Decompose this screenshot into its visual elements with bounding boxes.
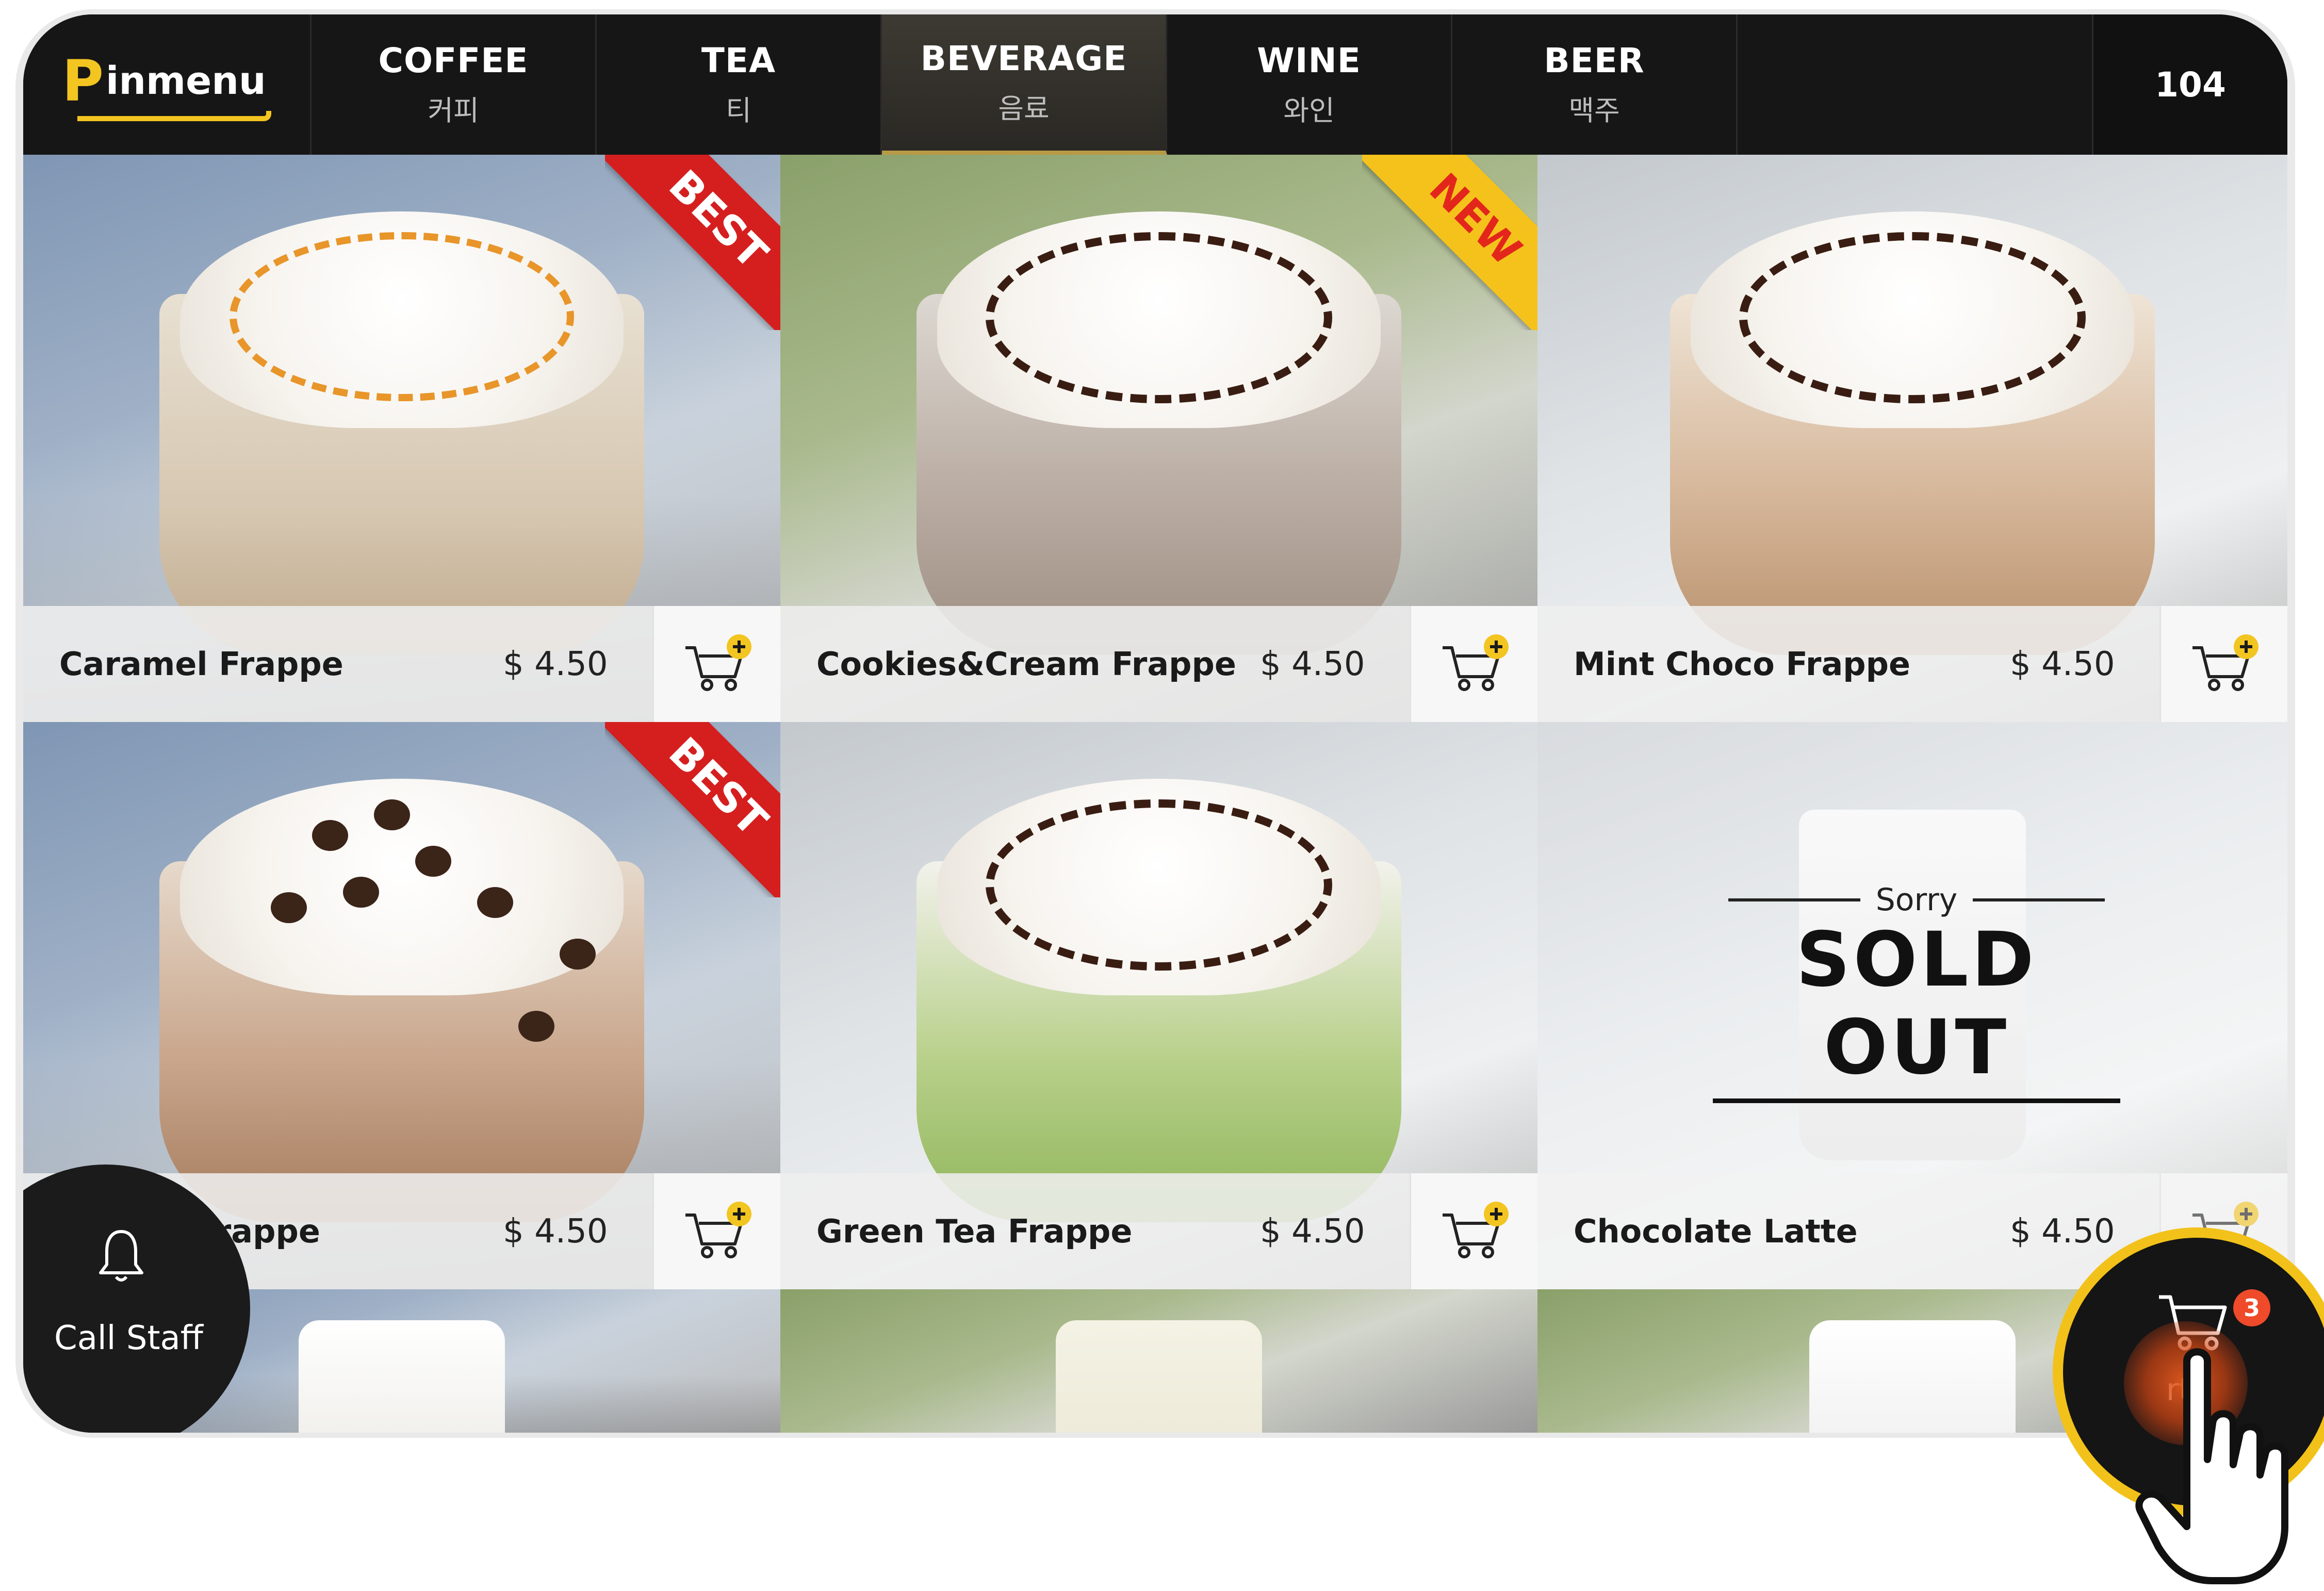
chocolate-drizzle — [986, 232, 1332, 403]
ribbon-label: NEW — [1362, 155, 1537, 330]
shopping-cart-plus-icon — [685, 634, 751, 691]
product-label-bar: Cookies&Cream Frappe $ 4.50 — [780, 606, 1537, 722]
add-to-cart-button[interactable] — [2159, 606, 2287, 722]
product-price: $ 4.50 — [503, 645, 608, 683]
bell-icon — [99, 1230, 143, 1282]
add-to-cart-button[interactable] — [1410, 606, 1537, 722]
ribbon-label: BEST — [605, 155, 780, 330]
product-label-bar: Mint Choco Frappe $ 4.50 — [1537, 606, 2287, 722]
sold-out-label: SOLD OUT — [1713, 916, 2120, 1103]
top-navigation: P inmenu COFFEE 커피 TEA 티 BEVERAGE 음료 WIN… — [23, 14, 2287, 155]
tab-beverage[interactable]: BEVERAGE 음료 — [882, 14, 1167, 155]
add-to-cart-button[interactable] — [652, 606, 780, 722]
shopping-cart-plus-icon — [2192, 634, 2258, 691]
product-price: $ 4.50 — [1260, 645, 1365, 683]
tab-sublabel: 커피 — [428, 94, 479, 127]
product-name: Green Tea Frappe — [816, 1212, 1133, 1250]
product-photo — [780, 1289, 1537, 1433]
product-card[interactable]: NEW Cookies&Cream Frappe $ 4.50 — [780, 155, 1537, 722]
logo-text: inmenu — [105, 59, 266, 103]
caramel-drizzle — [230, 232, 574, 401]
shopping-cart-plus-icon — [1442, 1201, 1509, 1258]
tablet-frame: P inmenu COFFEE 커피 TEA 티 BEVERAGE 음료 WIN… — [15, 9, 2295, 1438]
product-card[interactable]: BEST Caramel Frappe $ 4.50 — [23, 155, 780, 722]
pointing-hand-icon — [2135, 1348, 2288, 1584]
best-ribbon: BEST — [605, 155, 780, 330]
table-number: 104 — [2093, 14, 2287, 155]
product-name: Caramel Frappe — [59, 645, 343, 683]
best-ribbon: BEST — [605, 722, 780, 897]
logo-letter: P — [62, 48, 104, 114]
tab-wine[interactable]: WINE 와인 — [1167, 14, 1452, 155]
product-price: $ 4.50 — [503, 1212, 608, 1251]
sold-out-sorry: Sorry — [1713, 882, 2120, 918]
new-ribbon: NEW — [1362, 155, 1537, 330]
tab-label: BEER — [1544, 41, 1645, 80]
app-logo[interactable]: P inmenu — [23, 14, 312, 155]
add-to-cart-button[interactable] — [1410, 1173, 1537, 1289]
product-price: $ 4.50 — [1260, 1212, 1365, 1251]
app-screen: P inmenu COFFEE 커피 TEA 티 BEVERAGE 음료 WIN… — [23, 14, 2287, 1433]
shopping-cart-plus-icon — [1442, 634, 1509, 691]
cart-count-badge: 3 — [2233, 1289, 2270, 1326]
drink-glass — [299, 1320, 505, 1433]
product-card[interactable]: Mint Choco Frappe $ 4.50 — [1537, 155, 2287, 722]
tab-label: WINE — [1257, 41, 1361, 80]
tab-label: TEA — [701, 41, 776, 80]
drink-glass — [1056, 1320, 1262, 1433]
logo-underline — [77, 111, 271, 121]
product-label-bar: Green Tea Frappe $ 4.50 — [780, 1173, 1537, 1289]
sold-out-stamp: Sorry SOLD OUT — [1713, 882, 2120, 1103]
product-name: Cookies&Cream Frappe — [816, 645, 1236, 683]
tab-label: COFFEE — [378, 41, 529, 80]
tab-empty-slot — [1738, 14, 2093, 155]
logo-mark: P inmenu — [57, 48, 276, 121]
product-grid: BEST Caramel Frappe $ 4.50 NEW Cookies&C… — [23, 155, 2287, 1433]
tab-beer[interactable]: BEER 맥주 — [1452, 14, 1738, 155]
tab-sublabel: 맥주 — [1568, 94, 1620, 127]
product-name: Chocolate Latte — [1574, 1212, 1858, 1250]
add-to-cart-button[interactable] — [652, 1173, 780, 1289]
product-card[interactable]: Green Tea Frappe $ 4.50 — [780, 722, 1537, 1289]
call-staff-label: Call Staff — [54, 1319, 203, 1357]
drink-glass — [1809, 1320, 2016, 1433]
tab-label: BEVERAGE — [920, 39, 1127, 78]
tab-sublabel: 티 — [726, 94, 751, 127]
tab-coffee[interactable]: COFFEE 커피 — [312, 14, 597, 155]
product-price: $ 4.50 — [2010, 645, 2115, 683]
tab-sublabel: 와인 — [1283, 94, 1335, 127]
product-name: Mint Choco Frappe — [1574, 645, 1911, 683]
product-label-bar: Caramel Frappe $ 4.50 — [23, 606, 780, 722]
chocolate-drizzle — [1739, 232, 2086, 403]
tab-tea[interactable]: TEA 티 — [597, 14, 882, 155]
shopping-cart-plus-icon — [685, 1201, 751, 1258]
ribbon-label: BEST — [605, 722, 780, 897]
chocolate-drizzle — [986, 799, 1332, 971]
product-card-sold-out: Sorry SOLD OUT Chocolate Latte $ 4.50 — [1537, 722, 2287, 1289]
tab-sublabel: 음료 — [998, 92, 1050, 125]
product-card-partial[interactable] — [780, 1289, 1537, 1433]
